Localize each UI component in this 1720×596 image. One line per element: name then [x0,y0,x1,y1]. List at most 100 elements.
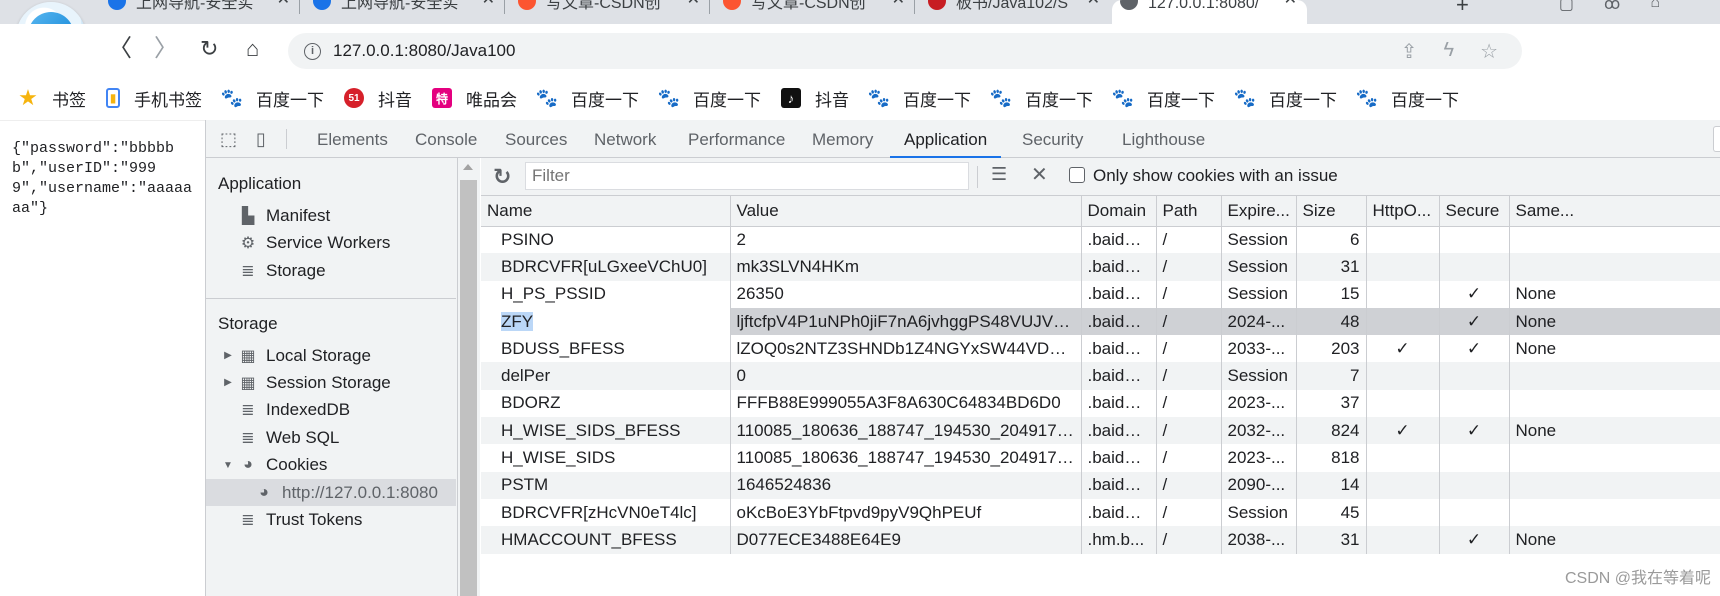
close-tab-icon[interactable]: ✕ [1284,0,1297,8]
cookie-row[interactable]: H_PS_PSSID 26350 .baidu.... / Session 15 ✓ None [481,280,1720,308]
inspect-element-icon[interactable]: ⬚ [220,129,237,150]
cell-domain[interactable]: .baidu.... [1081,471,1157,499]
cell-httponly[interactable] [1366,280,1440,308]
cell-domain[interactable]: .baidu.... [1081,362,1157,390]
cell-httponly[interactable] [1366,526,1440,554]
sidebar-item-storage[interactable]: ≣ Storage [206,257,456,284]
cell-domain[interactable]: .baidu.... [1081,389,1157,418]
cell-size[interactable]: 203 [1296,335,1367,363]
bookmark-item[interactable]: 🐾 百度一下 [990,86,1093,111]
cell-httponly[interactable] [1366,498,1440,527]
cell-size[interactable]: 31 [1296,253,1367,281]
cell-httponly[interactable] [1366,253,1440,281]
cell-value[interactable]: 110085_180636_188747_194530_204917_211..… [730,444,1082,472]
only-issues-checkbox[interactable] [1069,167,1085,183]
sidebar-item-manifest[interactable]: ▙ Manifest [206,202,456,229]
cookie-row[interactable]: PSTM 1646524836 .baidu..../2090-... 14 [481,471,1720,499]
cell-value[interactable]: 110085_180636_188747_194530_204917_211..… [730,417,1082,445]
devtools-tab-network[interactable]: Network [580,120,670,158]
cell-samesite[interactable] [1509,444,1720,472]
cell-value[interactable]: oKcBoE3YbFtpvd9pyV9QhPEUf [730,498,1082,527]
cell-secure[interactable] [1439,444,1510,472]
close-tab-icon[interactable]: ✕ [687,0,700,8]
column-header-3[interactable]: Path [1156,196,1222,227]
cell-size[interactable]: 48 [1296,307,1367,336]
bookmark-star-icon[interactable]: ☆ [1480,39,1498,64]
browser-tab[interactable]: 板书/Java102/S ✕ [920,0,1110,24]
cell-expires[interactable]: Session [1221,226,1297,254]
cell-domain[interactable]: .baidu.... [1081,417,1157,445]
cell-expires[interactable]: Session [1221,280,1297,308]
browser-tab[interactable]: 写文章-CSDN创 ✕ [510,0,710,24]
cookie-row[interactable]: BDRCVFR[uLGxeeVChU0] mk3SLVN4HKm .baidu...… [481,253,1720,281]
scrollbar-thumb[interactable] [460,180,477,596]
cell-name[interactable]: H_WISE_SIDS_BFESS [481,417,731,445]
cell-domain[interactable]: .baidu.... [1081,280,1157,308]
bookmark-item[interactable]: 51 抖音 [344,86,412,111]
cell-samesite[interactable] [1509,253,1720,281]
devtools-tab-application[interactable]: Application [890,120,1002,158]
shirt-icon[interactable]: ⌂ [1650,0,1660,14]
cookie-row[interactable]: delPer 0 .baidu.... / Session 7 [481,362,1720,390]
expand-arrow-down-icon[interactable]: ▼ [222,460,234,471]
cell-httponly[interactable] [1366,444,1440,472]
column-header-7[interactable]: Secure [1439,196,1510,227]
settings-edge-button[interactable] [1713,126,1720,152]
cell-name[interactable]: H_WISE_SIDS [481,444,731,472]
cell-domain[interactable]: .baidu.... [1081,335,1157,363]
cell-name[interactable]: PSTM [481,471,731,499]
cell-secure[interactable] [1439,389,1510,418]
cell-domain[interactable]: .baidu.... [1081,253,1157,281]
bookmark-item[interactable]: 🐾 百度一下 [1356,86,1459,111]
close-tab-icon[interactable]: ✕ [277,0,290,8]
sidebar-item-web-sql[interactable]: ≣ Web SQL [206,424,456,451]
cell-expires[interactable]: 2033-... [1221,335,1297,363]
cell-path[interactable]: / [1156,417,1222,445]
bookmark-item[interactable]: 🐾 百度一下 [1234,86,1337,111]
column-header-0[interactable]: Name [481,196,731,227]
sidebar-item-local-storage[interactable]: ▶ ▦ Local Storage [206,342,456,369]
cell-name[interactable]: delPer [481,362,731,390]
cell-samesite[interactable]: None [1509,280,1720,308]
cell-secure[interactable] [1439,362,1510,390]
close-tab-icon[interactable]: ✕ [892,0,905,8]
close-tab-icon[interactable]: ✕ [1087,0,1100,8]
cell-name[interactable]: PSINO [481,226,731,254]
cell-name[interactable]: BDRCVFR[uLGxeeVChU0] [481,253,731,281]
cell-size[interactable]: 824 [1296,417,1367,445]
cell-value[interactable]: lZOQ0s2NTZ3SHNDb1Z4NGYxSW44VDNOa... [730,335,1082,363]
cell-expires[interactable]: Session [1221,362,1297,390]
cell-httponly[interactable] [1366,471,1440,499]
cookie-row[interactable]: ZFY ljftcfpV4P1uNPh0jiF7nA6jvhggPS48VUJV7… [481,307,1720,336]
cell-name[interactable]: BDORZ [481,389,731,418]
column-header-8[interactable]: Same... [1509,196,1720,227]
cell-value[interactable]: FFFB88E999055A3F8A630C64834BD6D0 [730,389,1082,418]
cell-name[interactable]: BDUSS_BFESS [481,335,731,363]
incognito-icon[interactable]: ꝏ [1604,0,1620,14]
cell-samesite[interactable]: None [1509,307,1720,336]
cell-path[interactable]: / [1156,444,1222,472]
cell-path[interactable]: / [1156,389,1222,418]
cell-httponly[interactable] [1366,226,1440,254]
cell-secure[interactable] [1439,226,1510,254]
lightning-icon[interactable]: ϟ [1443,39,1454,64]
cell-name[interactable]: HMACCOUNT_BFESS [481,526,731,554]
cell-secure[interactable]: ✓ [1439,307,1510,336]
cell-expires[interactable]: 2023-... [1221,444,1297,472]
cell-secure[interactable] [1439,498,1510,527]
cookie-row[interactable]: PSINO 2 .baidu.... / Session 6 [481,226,1720,254]
refresh-icon[interactable]: ↻ [493,164,511,190]
forward-icon[interactable]: 〉 [154,36,178,62]
browser-tab[interactable]: 上网导航-安全实 ✕ [100,0,300,24]
cell-value[interactable]: mk3SLVN4HKm [730,253,1082,281]
cell-samesite[interactable]: None [1509,417,1720,445]
bookmark-item[interactable]: 🐾 百度一下 [536,86,639,111]
cell-path[interactable]: / [1156,362,1222,390]
cell-value[interactable]: 1646524836 [730,471,1082,499]
cell-samesite[interactable] [1509,362,1720,390]
devtools-tab-security[interactable]: Security [1008,120,1097,158]
cell-path[interactable]: / [1156,498,1222,527]
cell-secure[interactable]: ✓ [1439,335,1510,363]
cell-size[interactable]: 7 [1296,362,1367,390]
sidebar-item-session-storage[interactable]: ▶ ▦ Session Storage [206,369,456,396]
